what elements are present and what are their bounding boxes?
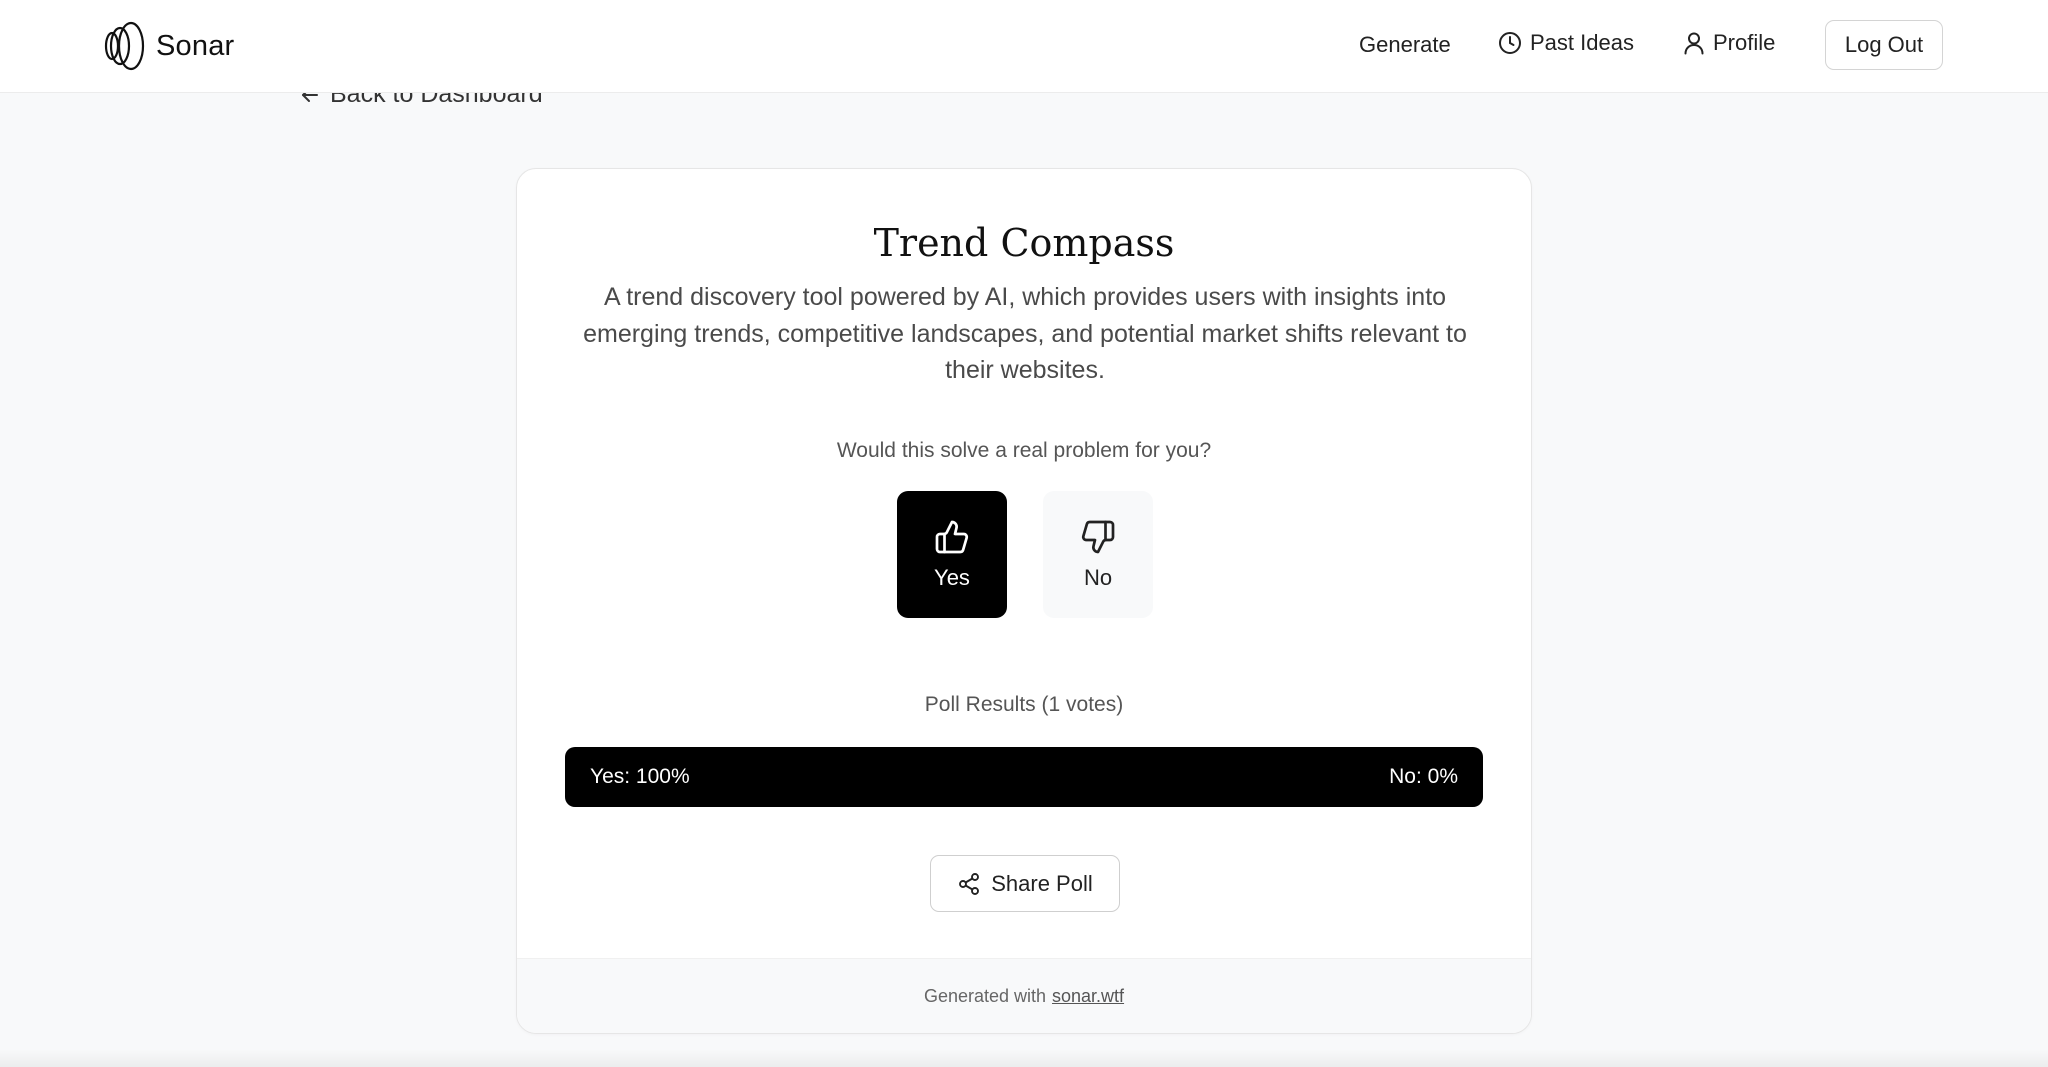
bottom-shadow bbox=[0, 1049, 2048, 1067]
vote-no-button[interactable]: No bbox=[1043, 491, 1153, 618]
sonar-rings-logo-icon bbox=[104, 21, 145, 71]
top-navbar: Sonar Generate Past Ideas Profile Log Ou… bbox=[0, 0, 2048, 93]
user-icon bbox=[1684, 32, 1704, 55]
idea-card: Trend Compass A trend discovery tool pow… bbox=[516, 168, 1532, 1034]
brand-logo[interactable]: Sonar bbox=[102, 18, 234, 74]
nav-generate-label: Generate bbox=[1359, 32, 1451, 57]
brand-name: Sonar bbox=[156, 29, 235, 62]
nav-profile[interactable]: Profile bbox=[1683, 30, 1775, 56]
nav-profile-label: Profile bbox=[1713, 30, 1776, 55]
share-poll-label: Share Poll bbox=[991, 870, 1093, 896]
poll-results-yes-fill bbox=[565, 747, 1483, 807]
nav-generate[interactable]: Generate bbox=[1359, 32, 1451, 58]
clock-icon bbox=[1499, 32, 1521, 54]
footer-prefix: Generated with bbox=[923, 985, 1047, 1006]
idea-title: Trend Compass bbox=[873, 221, 1175, 265]
poll-results-label: Poll Results (1 votes) bbox=[924, 693, 1124, 716]
vote-yes-label: Yes bbox=[934, 564, 970, 590]
nav-past-ideas[interactable]: Past Ideas bbox=[1498, 30, 1634, 56]
nav-past-ideas-label: Past Ideas bbox=[1530, 30, 1634, 55]
poll-yes-result: Yes: 100% bbox=[590, 765, 690, 788]
poll-question: Would this solve a real problem for you? bbox=[836, 439, 1212, 462]
thumbs-down-icon bbox=[1081, 520, 1115, 553]
card-footer: Generated with sonar.wtf bbox=[517, 958, 1531, 1033]
share-poll-button[interactable]: Share Poll bbox=[930, 855, 1120, 912]
thumbs-up-icon bbox=[935, 520, 969, 553]
poll-results-bar: Yes: 100% No: 0% bbox=[565, 747, 1483, 807]
vote-yes-button[interactable]: Yes bbox=[897, 491, 1007, 618]
logout-button[interactable]: Log Out bbox=[1825, 20, 1943, 70]
poll-no-result: No: 0% bbox=[1389, 765, 1458, 788]
share-icon bbox=[959, 872, 980, 895]
vote-no-label: No bbox=[1083, 564, 1113, 590]
idea-description: A trend discovery tool powered by AI, wh… bbox=[583, 283, 1467, 384]
footer-sonar-link[interactable]: sonar.wtf bbox=[1052, 986, 1124, 1007]
